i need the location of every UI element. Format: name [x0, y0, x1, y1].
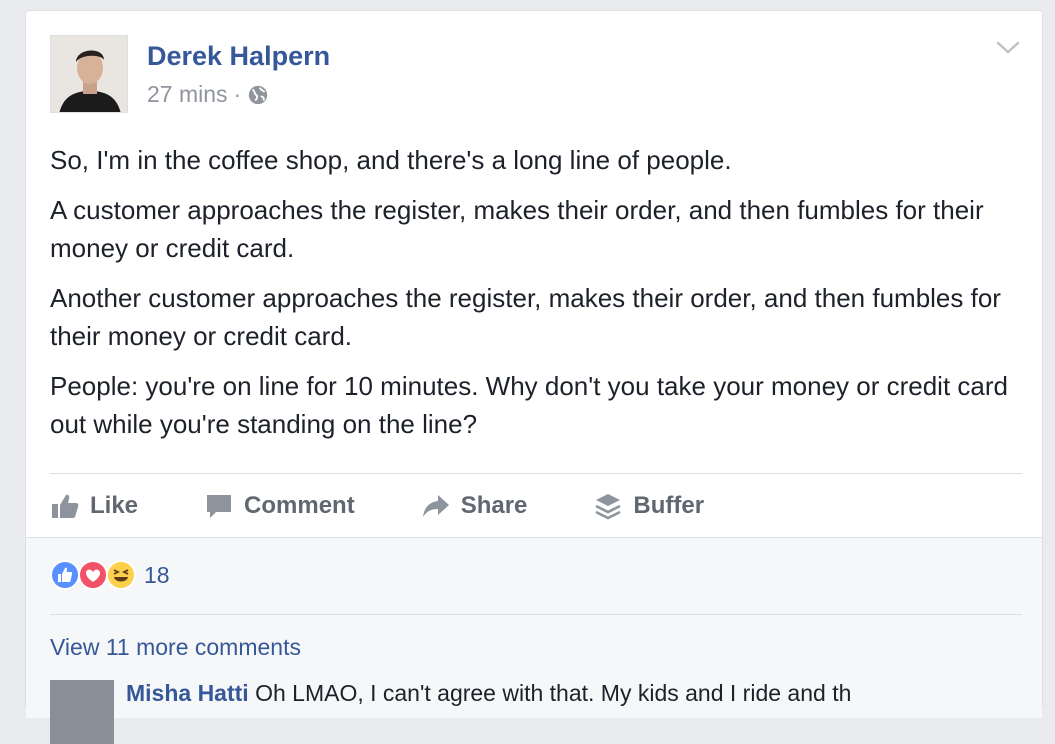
post-actions: Like Comment Share Buffer [50, 486, 770, 526]
commenter-avatar[interactable] [50, 680, 114, 744]
buffer-icon [595, 494, 621, 520]
comment-preview: Misha Hatti Oh LMAO, I can't agree with … [126, 680, 851, 707]
post-paragraph: A customer approaches the register, make… [50, 195, 984, 263]
post-paragraph: People: you're on line for 10 minutes. W… [50, 371, 1008, 439]
commenter-name[interactable]: Misha Hatti [126, 680, 249, 706]
share-button[interactable]: Share [421, 491, 528, 521]
meta-separator: · [233, 81, 242, 107]
share-label: Share [460, 492, 528, 519]
post-time[interactable]: 27 mins [147, 81, 228, 108]
like-icon [52, 494, 79, 518]
comment-icon [207, 495, 232, 518]
like-label: Like [90, 492, 139, 519]
share-icon [422, 495, 449, 517]
globe-icon[interactable] [247, 84, 269, 106]
post-meta: 27 mins · [147, 81, 269, 108]
like-reaction-icon [50, 560, 80, 590]
love-reaction-icon [78, 560, 108, 590]
chevron-down-icon[interactable] [996, 41, 1020, 55]
comment-button[interactable]: Comment [204, 491, 355, 521]
comments-section: 18 View 11 more comments Misha Hatti Oh … [26, 537, 1042, 744]
comments-divider [50, 614, 1022, 615]
comment-label: Comment [244, 492, 355, 519]
post-paragraph: So, I'm in the coffee shop, and there's … [50, 145, 732, 175]
comment-text: Oh LMAO, I can't agree with that. My kid… [255, 680, 852, 706]
author-avatar[interactable] [50, 35, 128, 113]
post-body: So, I'm in the coffee shop, and there's … [50, 141, 1010, 455]
post-paragraph: Another customer approaches the register… [50, 283, 1001, 351]
reactions-summary[interactable]: 18 [50, 560, 170, 590]
post-card: Derek Halpern 27 mins · So, I'm in the c… [25, 10, 1043, 744]
buffer-button[interactable]: Buffer [593, 491, 704, 521]
actions-divider [50, 473, 1022, 474]
author-name[interactable]: Derek Halpern [147, 41, 330, 72]
view-more-comments-link[interactable]: View 11 more comments [50, 634, 301, 661]
reaction-count[interactable]: 18 [144, 562, 170, 589]
like-button[interactable]: Like [50, 491, 138, 521]
haha-reaction-icon [106, 560, 136, 590]
buffer-label: Buffer [633, 492, 705, 519]
